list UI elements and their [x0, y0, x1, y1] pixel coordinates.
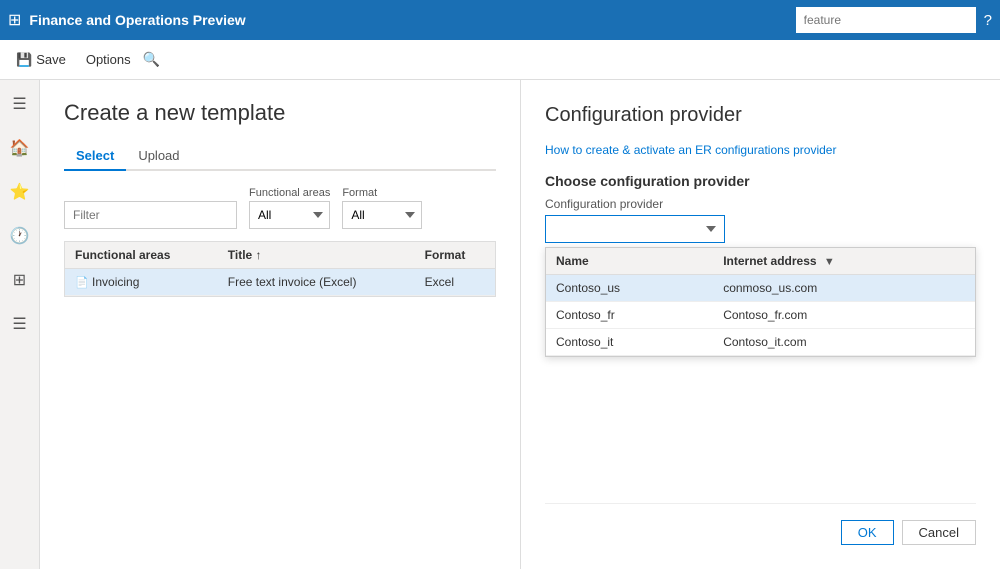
- dropdown-table-wrap: Name Internet address ▼ Contoso_us conmo…: [545, 247, 976, 357]
- row-format: Excel: [415, 269, 495, 296]
- filter-functional-group: Functional areas All: [249, 187, 330, 229]
- config-select-wrap: Contoso_us Contoso_fr Contoso_it: [545, 215, 976, 243]
- sidebar-favorites-icon[interactable]: ⭐: [4, 176, 36, 208]
- tab-bar: Select Upload: [64, 142, 496, 171]
- filter-functional-label: Functional areas: [249, 187, 330, 199]
- tab-upload[interactable]: Upload: [126, 142, 191, 171]
- col-header-format: Format: [415, 242, 495, 269]
- dropdown-col-name: Name: [546, 248, 713, 275]
- row-functional: 📄 Invoicing: [65, 269, 218, 296]
- dropdown-address-cell: conmoso_us.com: [713, 275, 975, 302]
- save-icon: 💾: [16, 52, 32, 68]
- options-button[interactable]: Options: [78, 48, 139, 71]
- sidebar-workspaces-icon[interactable]: ⊞: [7, 264, 32, 296]
- right-panel: Configuration provider How to create & a…: [520, 80, 1000, 569]
- config-provider-label: Configuration provider: [545, 197, 976, 211]
- main-table-wrap: Functional areas Title ↑ Format 📄 Invoic…: [64, 241, 496, 297]
- filter-icon[interactable]: ▼: [824, 256, 835, 268]
- sidebar-list-icon[interactable]: ☰: [6, 308, 32, 340]
- dropdown-row[interactable]: Contoso_it Contoso_it.com: [546, 329, 975, 356]
- filter-input[interactable]: [64, 201, 237, 229]
- dropdown-address-cell: Contoso_it.com: [713, 329, 975, 356]
- save-button[interactable]: 💾 Save: [8, 48, 74, 72]
- sidebar: ☰ 🏠 ⭐ 🕐 ⊞ ☰: [0, 80, 40, 569]
- col-header-functional: Functional areas: [65, 242, 218, 269]
- panel-title: Configuration provider: [545, 104, 976, 127]
- options-label: Options: [86, 52, 131, 67]
- app-title: Finance and Operations Preview: [29, 12, 787, 28]
- search-icon[interactable]: 🔍: [143, 51, 160, 68]
- help-icon[interactable]: ?: [984, 12, 992, 29]
- filter-format-select[interactable]: All: [342, 201, 422, 229]
- dropdown-table: Name Internet address ▼ Contoso_us conmo…: [546, 248, 975, 356]
- filter-search-group: [64, 201, 237, 229]
- save-label: Save: [36, 52, 66, 67]
- dropdown-row[interactable]: Contoso_us conmoso_us.com: [546, 275, 975, 302]
- filter-format-group: Format All: [342, 187, 422, 229]
- dropdown-col-address: Internet address ▼: [713, 248, 975, 275]
- dropdown-name-cell: Contoso_fr: [546, 302, 713, 329]
- filters-row: Functional areas All Format All: [64, 187, 496, 229]
- panel-help-link[interactable]: How to create & activate an ER configura…: [545, 143, 976, 157]
- tab-select[interactable]: Select: [64, 142, 126, 171]
- panel-section: Choose configuration provider Configurat…: [545, 173, 976, 357]
- table-row[interactable]: 📄 Invoicing Free text invoice (Excel) Ex…: [65, 269, 495, 296]
- dropdown-address-cell: Contoso_fr.com: [713, 302, 975, 329]
- row-title: Free text invoice (Excel): [218, 269, 415, 296]
- row-functional-value: Invoicing: [92, 275, 139, 289]
- page-title: Create a new template: [64, 100, 496, 126]
- grid-icon[interactable]: ⊞: [8, 10, 21, 30]
- sidebar-menu-icon[interactable]: ☰: [6, 88, 32, 120]
- cancel-button[interactable]: Cancel: [902, 520, 976, 545]
- dropdown-name-cell: Contoso_it: [546, 329, 713, 356]
- sidebar-recent-icon[interactable]: 🕐: [4, 220, 36, 252]
- filter-format-label: Format: [342, 187, 422, 199]
- dropdown-row[interactable]: Contoso_fr Contoso_fr.com: [546, 302, 975, 329]
- row-icon: 📄: [75, 277, 89, 289]
- filter-functional-select[interactable]: All: [249, 201, 330, 229]
- config-provider-select[interactable]: Contoso_us Contoso_fr Contoso_it: [545, 215, 725, 243]
- dropdown-name-cell: Contoso_us: [546, 275, 713, 302]
- main-table: Functional areas Title ↑ Format 📄 Invoic…: [65, 242, 495, 296]
- sidebar-home-icon[interactable]: 🏠: [4, 132, 36, 164]
- panel-footer: OK Cancel: [545, 503, 976, 545]
- ok-button[interactable]: OK: [841, 520, 894, 545]
- content-area: Create a new template Select Upload Func…: [40, 80, 520, 569]
- search-input[interactable]: [796, 7, 976, 33]
- section-title: Choose configuration provider: [545, 173, 976, 189]
- col-header-title: Title ↑: [218, 242, 415, 269]
